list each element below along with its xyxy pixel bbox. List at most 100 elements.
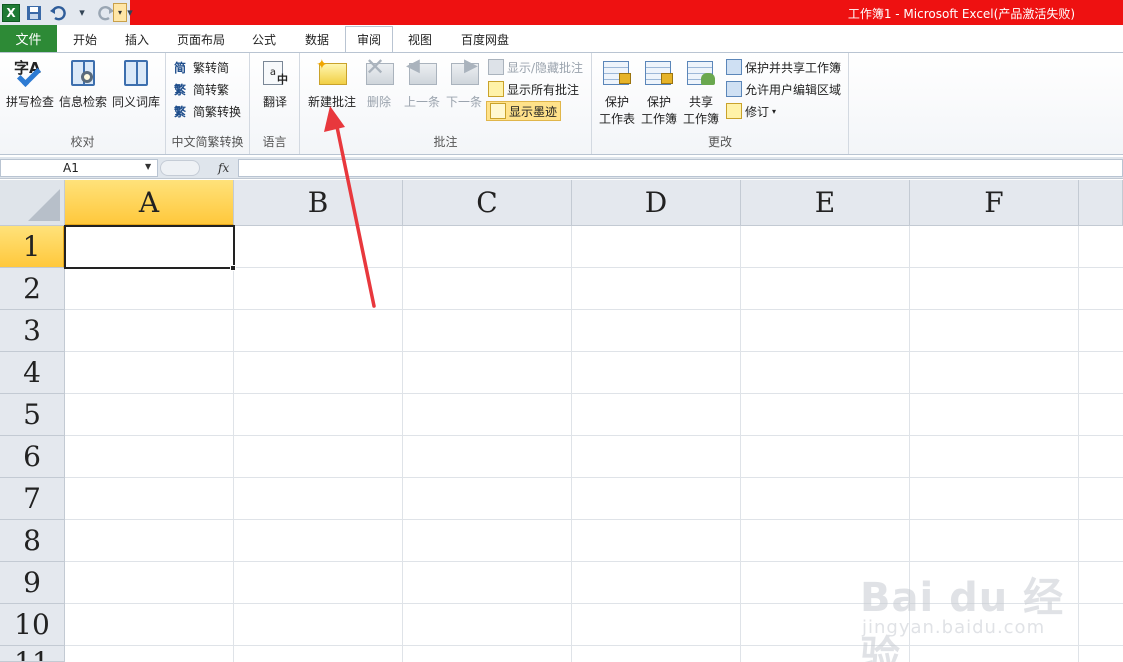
to-simplified-button[interactable]: 简 繁转简 <box>174 57 229 77</box>
ribbon-review: 字A 拼写检查 信息检索 同义词库 校对 简 繁转简 繁 简转繁 繁 简繁转换 … <box>0 52 1123 155</box>
thesaurus-button[interactable]: 同义词库 <box>110 57 162 110</box>
tab-home[interactable]: 开始 <box>68 28 102 51</box>
row-header-9[interactable]: 9 <box>0 562 65 604</box>
formula-input[interactable] <box>238 159 1123 177</box>
spell-check-icon: 字A <box>14 57 46 89</box>
show-ink-button[interactable]: 显示墨迹 <box>486 101 562 121</box>
row-header-7[interactable]: 7 <box>0 478 65 520</box>
row-header-4[interactable]: 4 <box>0 352 65 394</box>
excel-window: X ▾ ▾ ▾ 工作簿1 - Microsoft Excel(产品激活失败) 文… <box>0 0 1123 662</box>
group-label-proofing: 校对 <box>70 135 95 149</box>
new-comment-icon: ✦ <box>316 57 348 89</box>
baidu-watermark: Bai du 经验 jingyan.baidu.com <box>860 565 1065 662</box>
active-cell-a1[interactable] <box>64 225 235 269</box>
research-icon <box>67 57 99 89</box>
fill-handle[interactable] <box>230 265 236 271</box>
watermark-logo-text: Bai du 经验 <box>860 575 1065 662</box>
row-header-3[interactable]: 3 <box>0 310 65 352</box>
save-icon[interactable] <box>24 3 44 23</box>
spell-check-button[interactable]: 字A 拼写检查 <box>4 57 56 110</box>
allow-edit-ranges-button[interactable]: 允许用户编辑区域 <box>726 79 841 99</box>
show-ink-icon <box>490 103 506 119</box>
column-header-f[interactable]: F <box>910 180 1079 226</box>
new-comment-button[interactable]: ✦ 新建批注 <box>306 57 358 110</box>
protect-workbook-button[interactable]: 保护 工作簿 <box>640 57 678 127</box>
select-all-button[interactable] <box>0 180 65 226</box>
undo-icon[interactable] <box>48 3 68 23</box>
name-box-dropdown-icon[interactable]: ▼ <box>145 162 151 171</box>
track-changes-icon <box>726 103 742 119</box>
customize-qat-icon[interactable]: ▾ <box>113 3 127 22</box>
show-hide-comment-button[interactable]: 显示/隐藏批注 <box>488 57 583 77</box>
excel-icon[interactable]: X <box>2 3 20 22</box>
translate-button[interactable]: a中 翻译 <box>258 57 292 110</box>
group-proofing: 字A 拼写检查 信息检索 同义词库 校对 <box>0 53 166 154</box>
formula-expand-handle[interactable] <box>160 160 200 176</box>
tab-insert[interactable]: 插入 <box>120 28 154 51</box>
column-header-a[interactable]: A <box>65 180 234 226</box>
window-title: 工作簿1 - Microsoft Excel(产品激活失败) <box>847 7 1075 21</box>
thesaurus-icon <box>120 57 152 89</box>
translate-icon: a中 <box>259 57 291 89</box>
ribbon-tabs: 文件 开始 插入 页面布局 公式 数据 审阅 视图 百度网盘 <box>0 25 1123 52</box>
protect-workbook-icon <box>643 57 675 89</box>
row-header-1[interactable]: 1 <box>0 226 65 268</box>
tab-formulas[interactable]: 公式 <box>247 28 281 51</box>
group-label-changes: 更改 <box>707 135 732 149</box>
column-header-b[interactable]: B <box>234 180 403 226</box>
insert-function-icon[interactable]: fx <box>218 161 229 175</box>
row-header-6[interactable]: 6 <box>0 436 65 478</box>
group-label-comments: 批注 <box>433 135 458 149</box>
row-header-2[interactable]: 2 <box>0 268 65 310</box>
next-comment-icon: ▶ <box>448 55 480 89</box>
protect-sheet-button[interactable]: 保护 工作表 <box>598 57 636 127</box>
group-changes: 保护 工作表 保护 工作簿 共享 工作簿 保护并共享工作簿 允许用户编辑区域 修… <box>592 53 849 154</box>
share-workbook-button[interactable]: 共享 工作簿 <box>682 57 720 127</box>
tab-review[interactable]: 审阅 <box>345 26 393 52</box>
tab-page-layout[interactable]: 页面布局 <box>172 28 230 51</box>
chevron-down-icon: ▾ <box>772 106 777 116</box>
formula-bar: A1 ▼ fx <box>0 157 1123 179</box>
group-language: a中 翻译 语言 <box>250 53 300 154</box>
protect-share-button[interactable]: 保护并共享工作簿 <box>726 57 841 77</box>
next-comment-button[interactable]: ▶ 下一条 <box>444 55 484 110</box>
previous-comment-button[interactable]: ◀ 上一条 <box>402 55 442 110</box>
group-label-chinese: 中文简繁转换 <box>171 135 244 149</box>
group-chinese-conversion: 简 繁转简 繁 简转繁 繁 简繁转换 中文简繁转换 <box>166 53 250 154</box>
convert-button[interactable]: 繁 简繁转换 <box>174 101 241 121</box>
show-hide-comment-icon <box>488 59 504 75</box>
protect-sheet-icon <box>601 57 633 89</box>
column-header-e[interactable]: E <box>741 180 910 226</box>
delete-comment-button[interactable]: ✕ 删除 <box>362 53 396 110</box>
allow-edit-ranges-icon <box>726 81 742 97</box>
protect-share-icon <box>726 59 742 75</box>
group-comments: ✦ 新建批注 ✕ 删除 ◀ 上一条 ▶ 下一条 显示/隐藏批注 显示所有批注 显… <box>300 53 592 154</box>
show-all-comments-button[interactable]: 显示所有批注 <box>488 79 579 99</box>
row-header-8[interactable]: 8 <box>0 520 65 562</box>
tab-baidu-netdisk[interactable]: 百度网盘 <box>455 28 515 51</box>
title-bar: X ▾ ▾ ▾ 工作簿1 - Microsoft Excel(产品激活失败) <box>0 0 1123 25</box>
to-traditional-button[interactable]: 繁 简转繁 <box>174 79 229 99</box>
undo-dropdown-icon[interactable]: ▾ <box>72 3 92 23</box>
column-header-d[interactable]: D <box>572 180 741 226</box>
share-workbook-icon <box>685 57 717 89</box>
tab-file[interactable]: 文件 <box>0 25 57 52</box>
simplified-icon: 简 <box>174 61 187 75</box>
tab-data[interactable]: 数据 <box>300 28 334 51</box>
show-all-comments-icon <box>488 81 504 97</box>
name-box[interactable]: A1 <box>0 159 158 177</box>
group-label-language: 语言 <box>262 135 287 149</box>
formula-controls: fx <box>160 159 238 177</box>
traditional-icon: 繁 <box>174 83 187 97</box>
column-header-g-partial[interactable] <box>1079 180 1123 226</box>
track-changes-button[interactable]: 修订 ▾ <box>726 101 776 121</box>
watermark-url: jingyan.baidu.com <box>862 617 1046 638</box>
tab-view[interactable]: 视图 <box>403 28 437 51</box>
row-header-10[interactable]: 10 <box>0 604 65 646</box>
convert-icon: 繁 <box>174 105 187 119</box>
row-header-11[interactable]: 11 <box>0 646 65 662</box>
delete-comment-icon: ✕ <box>363 53 395 89</box>
row-header-5[interactable]: 5 <box>0 394 65 436</box>
research-button[interactable]: 信息检索 <box>57 57 109 110</box>
column-header-c[interactable]: C <box>403 180 572 226</box>
